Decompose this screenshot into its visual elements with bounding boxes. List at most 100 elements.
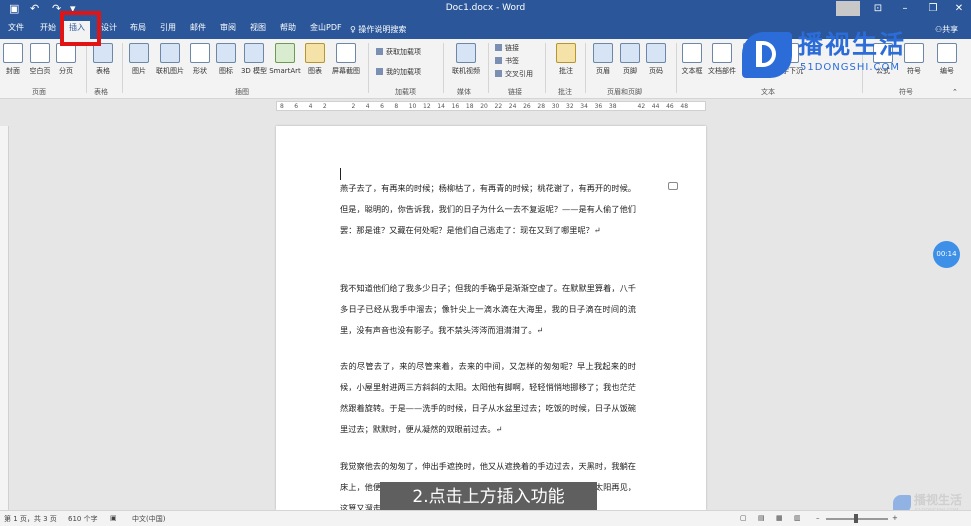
page-break-icon	[56, 43, 76, 63]
ruler-tick: 30	[551, 103, 560, 110]
focus-mode-icon[interactable]: ▢	[740, 514, 747, 522]
comment-icon[interactable]	[668, 182, 678, 190]
ruler-tick: 46	[666, 103, 674, 110]
close-icon[interactable]: ✕	[947, 1, 971, 16]
ruler-tick: 34	[580, 103, 588, 110]
bookmark-icon	[495, 57, 502, 64]
ruler-tick: 16	[451, 103, 460, 110]
divider	[545, 43, 546, 93]
online-video-button[interactable]: 联机视频	[447, 43, 485, 76]
page-break-button[interactable]: 分页	[47, 43, 85, 76]
vertical-ruler[interactable]	[0, 126, 9, 510]
group-label-pages: 页面	[32, 88, 46, 96]
screenshot-button[interactable]: 屏幕截图	[327, 43, 365, 76]
text-box-icon	[682, 43, 702, 63]
paragraph[interactable]: 去的尽管去了，来的尽管来着，去来的中间，又怎样的匆匆呢？早上我起来的时候，小屋里…	[340, 356, 636, 440]
group-label-media: 媒体	[457, 88, 471, 96]
comment-button[interactable]: 批注	[547, 43, 585, 76]
logo: 播视生活 51DONGSHI.COM	[742, 30, 942, 84]
ruler-tick: 2	[322, 103, 327, 110]
highlight-box	[60, 11, 101, 46]
tab-references[interactable]: 引用	[155, 21, 181, 39]
bookmark-button[interactable]: 书签	[495, 56, 519, 67]
tab-layout[interactable]: 布局	[125, 21, 151, 39]
group-label-addins: 加载项	[395, 88, 416, 96]
tell-me-search[interactable]: ♀ 操作说明搜索	[350, 24, 406, 35]
tab-help[interactable]: 帮助	[275, 21, 301, 39]
cover-page-icon	[3, 43, 23, 63]
group-label-illustrations: 插图	[235, 88, 249, 96]
ruler-tick: 22	[494, 103, 503, 110]
my-addins-button[interactable]: 我的加载项	[376, 67, 421, 78]
ruler-tick: 12	[423, 103, 431, 110]
ruler-tick: 42	[637, 103, 646, 110]
print-layout-icon[interactable]: ▦	[776, 514, 783, 522]
ruler-tick: 4	[308, 103, 313, 110]
avatar[interactable]	[836, 1, 860, 16]
web-layout-icon[interactable]: ▥	[794, 514, 801, 522]
ruler-tick: 44	[651, 103, 660, 110]
ruler-tick: 4	[365, 103, 370, 110]
group-label-header-footer: 页眉和页脚	[607, 88, 642, 96]
ruler-tick: 20	[480, 103, 488, 110]
ruler-tick: 32	[566, 103, 574, 110]
table-button[interactable]: 表格	[84, 43, 122, 76]
tutorial-caption: 2.点击上方插入功能	[380, 482, 597, 513]
ruler-tick: 18	[465, 103, 474, 110]
collapse-ribbon-icon[interactable]: ⌃	[952, 87, 958, 98]
horizontal-ruler[interactable]: 8 6 4 2 2 4 6 8 10 12 14 16 18 20 22 24 26 28 30 32 34 36 38 42…	[276, 101, 706, 111]
zoom-in-icon[interactable]: +	[892, 514, 898, 522]
tab-review[interactable]: 审阅	[215, 21, 241, 39]
logo-url: 51DONGSHI.COM	[800, 62, 901, 73]
zoom-slider-thumb[interactable]	[854, 514, 858, 523]
picture-icon	[129, 43, 149, 63]
link-button[interactable]: 链接	[495, 43, 519, 54]
restore-icon[interactable]: ❐	[921, 1, 945, 16]
language[interactable]: 中文(中国)	[132, 514, 165, 524]
comment-icon	[556, 43, 576, 63]
document-page[interactable]: 燕子去了，有再来的时候；杨柳枯了，有再青的时候；桃花谢了，有再开的时候。但是，聪…	[276, 126, 706, 513]
cross-reference-button[interactable]: 交叉引用	[495, 69, 533, 80]
ruler-tick: 26	[523, 103, 531, 110]
tab-home[interactable]: 开始	[35, 21, 61, 39]
ruler-tick: 36	[594, 103, 603, 110]
zoom-out-icon[interactable]: –	[816, 514, 820, 522]
paragraph[interactable]: 燕子去了，有再来的时候；杨柳枯了，有再青的时候；桃花谢了，有再开的时候。但是，聪…	[340, 178, 636, 241]
divider	[368, 43, 369, 93]
ruler-tick: 14	[437, 103, 445, 110]
timer-badge: 00:14	[933, 241, 960, 268]
cross-reference-icon	[495, 70, 502, 77]
tab-file[interactable]: 文件	[3, 21, 29, 39]
paragraph[interactable]: 我不知道他们给了我多少日子；但我的手确乎是渐渐空虚了。在默默里算着，八千多日子已…	[340, 278, 636, 341]
video-icon	[456, 43, 476, 63]
status-bar: 第 1 页，共 3 页 610 个字 ▣ 中文(中国) ▢ ▤ ▦ ▥ – +	[0, 510, 971, 526]
ruler-tick: 6	[294, 103, 299, 110]
store-icon	[376, 48, 383, 55]
group-label-tables: 表格	[94, 88, 108, 96]
screenshot-icon	[336, 43, 356, 63]
proofing-icon[interactable]: ▣	[110, 514, 117, 522]
page-count[interactable]: 第 1 页，共 3 页	[4, 514, 57, 524]
logo-name: 播视生活	[798, 30, 907, 59]
ruler-tick: 10	[408, 103, 417, 110]
group-label-comments: 批注	[558, 88, 572, 96]
group-label-symbols: 符号	[899, 88, 913, 96]
tab-mailings[interactable]: 邮件	[185, 21, 211, 39]
group-label-links: 链接	[508, 88, 522, 96]
ruler-tick: 24	[508, 103, 517, 110]
tab-view[interactable]: 视图	[245, 21, 271, 39]
ribbon-display-options-icon[interactable]: ⊡	[866, 1, 890, 16]
link-icon	[495, 44, 502, 51]
ruler-tick: 48	[680, 103, 689, 110]
get-addins-button[interactable]: 获取加载项	[376, 47, 421, 58]
divider	[443, 43, 444, 93]
smartart-icon	[275, 43, 295, 63]
minimize-icon[interactable]: –	[893, 1, 917, 16]
word-count[interactable]: 610 个字	[68, 514, 98, 524]
page-number-button[interactable]: 页码	[637, 43, 675, 76]
title-bar: ▣ ↶ ↷ ▾ Doc1.docx - Word ⊡ – ❐ ✕	[0, 0, 971, 17]
read-mode-icon[interactable]: ▤	[758, 514, 765, 522]
tab-kingsoft-pdf[interactable]: 金山PDF	[305, 21, 347, 39]
group-label-text: 文本	[761, 88, 775, 96]
document-title: Doc1.docx - Word	[445, 3, 526, 13]
